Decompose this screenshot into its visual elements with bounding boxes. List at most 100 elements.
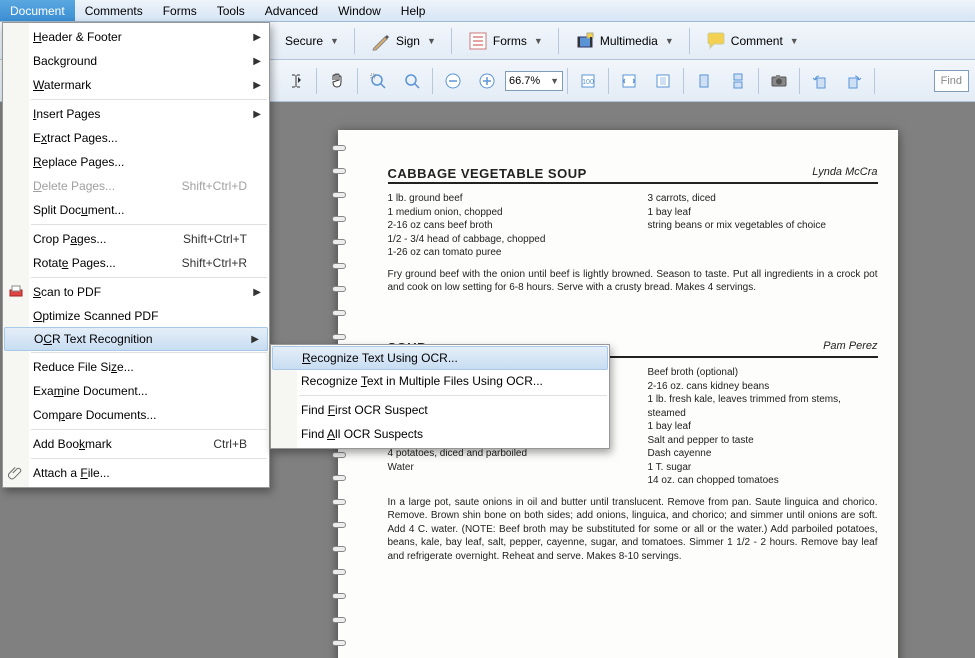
- find-input[interactable]: Find: [934, 70, 969, 92]
- menu-reduce-file-size[interactable]: Reduce File Size...: [3, 355, 269, 379]
- ingredient: Water: [388, 461, 618, 475]
- menu-split-document[interactable]: Split Document...: [3, 198, 269, 222]
- marquee-zoom[interactable]: [362, 67, 394, 95]
- fit-page[interactable]: [647, 67, 679, 95]
- separator: [567, 68, 568, 94]
- recipe-author: Lynda McCra: [812, 166, 877, 181]
- separator: [299, 395, 607, 396]
- secure-dropdown[interactable]: Secure ▼: [280, 31, 344, 51]
- forms-dropdown[interactable]: Forms ▼: [462, 27, 548, 55]
- separator: [758, 68, 759, 94]
- shortcut: Shift+Ctrl+R: [182, 256, 247, 270]
- zoom-out[interactable]: [437, 67, 469, 95]
- shortcut: Shift+Ctrl+D: [182, 179, 247, 193]
- submenu-arrow-icon: ▶: [253, 56, 261, 67]
- menu-label: Window: [338, 4, 381, 18]
- separator: [31, 224, 267, 225]
- menu-tools[interactable]: Tools: [207, 0, 255, 21]
- menu-help[interactable]: Help: [391, 0, 436, 21]
- rotate-cw-icon: [843, 70, 865, 92]
- shortcut: Ctrl+B: [213, 437, 247, 451]
- separator: [451, 28, 452, 54]
- ingredient: Salt and pepper to taste: [648, 434, 878, 448]
- menu-rotate-pages[interactable]: Rotate Pages...Shift+Ctrl+R: [3, 251, 269, 275]
- continuous-icon: [727, 70, 749, 92]
- separator: [316, 68, 317, 94]
- snapshot[interactable]: [763, 67, 795, 95]
- menu-crop-pages[interactable]: Crop Pages...Shift+Ctrl+T: [3, 227, 269, 251]
- menu-label: Help: [401, 4, 426, 18]
- menu-delete-pages: Delete Pages...Shift+Ctrl+D: [3, 174, 269, 198]
- ingredient: 4 potatoes, diced and parboiled: [388, 447, 618, 461]
- menu-ocr-text-recognition[interactable]: OCR Text Recognition▶: [4, 327, 268, 351]
- actual-size[interactable]: 100: [572, 67, 604, 95]
- submenu-arrow-icon: ▶: [253, 287, 261, 298]
- menu-extract-pages[interactable]: Extract Pages...: [3, 126, 269, 150]
- submenu-recognize-multiple[interactable]: Recognize Text in Multiple Files Using O…: [271, 369, 609, 393]
- menu-advanced[interactable]: Advanced: [255, 0, 328, 21]
- menu-compare-documents[interactable]: Compare Documents...: [3, 403, 269, 427]
- menu-optimize-scanned[interactable]: Optimize Scanned PDF: [3, 304, 269, 328]
- separator: [608, 68, 609, 94]
- ingredient: 3 carrots, diced: [648, 192, 878, 206]
- separator: [689, 28, 690, 54]
- separator: [31, 277, 267, 278]
- menu-examine-document[interactable]: Examine Document...: [3, 379, 269, 403]
- menu-background[interactable]: Background▶: [3, 49, 269, 73]
- menu-replace-pages[interactable]: Replace Pages...: [3, 150, 269, 174]
- separator: [31, 99, 267, 100]
- ingredient: 1 bay leaf: [648, 420, 878, 434]
- menu-add-bookmark[interactable]: Add BookmarkCtrl+B: [3, 432, 269, 456]
- forms-label: Forms: [493, 34, 527, 48]
- rotate-ccw-icon: [809, 70, 831, 92]
- rotate-cw[interactable]: [838, 67, 870, 95]
- zoom-input[interactable]: 66.7%▼: [505, 71, 563, 91]
- select-tool[interactable]: [280, 67, 312, 95]
- zoom-in[interactable]: [471, 67, 503, 95]
- fit-width[interactable]: [613, 67, 645, 95]
- menubar: Document Comments Forms Tools Advanced W…: [0, 0, 975, 22]
- paperclip-icon: [8, 465, 24, 481]
- ingredient: 2-16 oz. cans kidney beans: [648, 380, 878, 394]
- separator: [683, 68, 684, 94]
- multimedia-dropdown[interactable]: Multimedia ▼: [569, 27, 679, 55]
- menu-comments[interactable]: Comments: [75, 0, 153, 21]
- rotate-ccw[interactable]: [804, 67, 836, 95]
- menu-window[interactable]: Window: [328, 0, 391, 21]
- menu-forms[interactable]: Forms: [153, 0, 207, 21]
- menu-attach-file[interactable]: Attach a File...: [3, 461, 269, 485]
- ingredient: 1/2 - 3/4 head of cabbage, chopped: [388, 233, 618, 247]
- submenu-arrow-icon: ▶: [251, 334, 259, 345]
- menu-watermark[interactable]: Watermark▶: [3, 73, 269, 97]
- continuous[interactable]: [722, 67, 754, 95]
- forms-icon: [467, 30, 489, 52]
- ing-col-right: 3 carrots, diced 1 bay leaf string beans…: [648, 192, 878, 260]
- single-page[interactable]: [688, 67, 720, 95]
- submenu-recognize-ocr[interactable]: Recognize Text Using OCR...: [272, 346, 608, 370]
- fit-width-icon: [618, 70, 640, 92]
- menu-insert-pages[interactable]: Insert Pages▶: [3, 102, 269, 126]
- ingredient: 1-26 oz can tomato puree: [388, 246, 618, 260]
- submenu-find-first[interactable]: Find First OCR Suspect: [271, 398, 609, 422]
- ingredient: string beans or mix vegetables of choice: [648, 219, 878, 233]
- hand-tool[interactable]: [321, 67, 353, 95]
- submenu-arrow-icon: ▶: [253, 109, 261, 120]
- sign-dropdown[interactable]: Sign ▼: [365, 27, 441, 55]
- comment-dropdown[interactable]: Comment ▼: [700, 27, 804, 55]
- menu-header-footer[interactable]: Header & Footer▶: [3, 25, 269, 49]
- single-page-icon: [693, 70, 715, 92]
- menu-label: Forms: [163, 4, 197, 18]
- ingredient: Dash cayenne: [648, 447, 878, 461]
- recipe-title: CABBAGE VEGETABLE SOUP Lynda McCra: [388, 166, 878, 184]
- menu-label: Tools: [217, 4, 245, 18]
- menu-scan-to-pdf[interactable]: Scan to PDF▶: [3, 280, 269, 304]
- zoom-icon: [401, 70, 423, 92]
- chevron-down-icon: ▼: [427, 36, 436, 46]
- menu-document[interactable]: Document: [0, 0, 75, 21]
- pen-icon: [370, 30, 392, 52]
- sign-label: Sign: [396, 34, 420, 48]
- separator: [31, 458, 267, 459]
- submenu-find-all[interactable]: Find All OCR Suspects: [271, 422, 609, 446]
- dynamic-zoom[interactable]: [396, 67, 428, 95]
- secure-label: Secure: [285, 34, 323, 48]
